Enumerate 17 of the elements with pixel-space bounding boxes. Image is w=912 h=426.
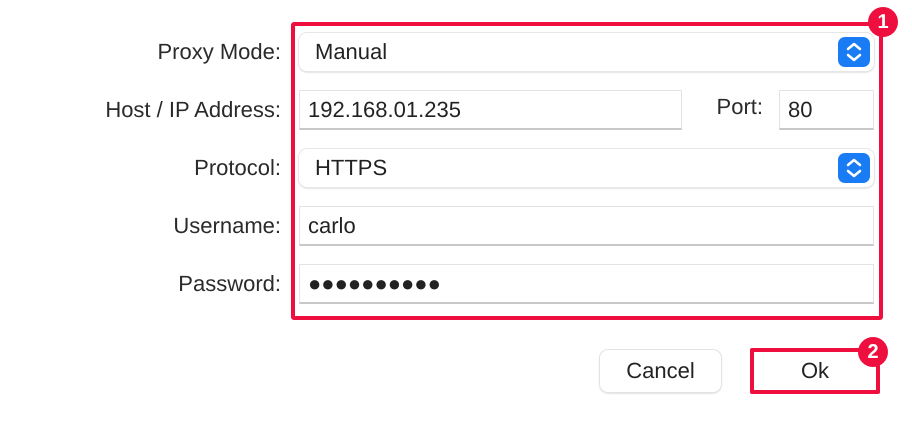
host-field[interactable]: 192.168.01.235 — [299, 90, 682, 130]
cancel-button[interactable]: Cancel — [600, 350, 721, 392]
stepper-icon — [838, 153, 870, 183]
field-label: Username: — [173, 213, 281, 239]
stepper-icon — [838, 37, 870, 67]
field-label: Host / IP Address: — [105, 97, 281, 123]
field-label: Proxy Mode: — [158, 39, 281, 65]
password-field[interactable]: ●●●●●●●●●● — [299, 264, 874, 304]
username-field[interactable]: carlo — [299, 206, 874, 246]
callout-badge: 2 — [858, 337, 888, 367]
callout-badge: 1 — [868, 7, 898, 37]
port-label: Port: — [716, 94, 763, 121]
port-field[interactable]: 80 — [779, 90, 874, 130]
field-label: Protocol: — [194, 155, 281, 181]
dropdown[interactable]: Manual — [299, 33, 874, 71]
dropdown[interactable]: HTTPS — [299, 149, 874, 187]
field-label: Password: — [178, 271, 281, 297]
